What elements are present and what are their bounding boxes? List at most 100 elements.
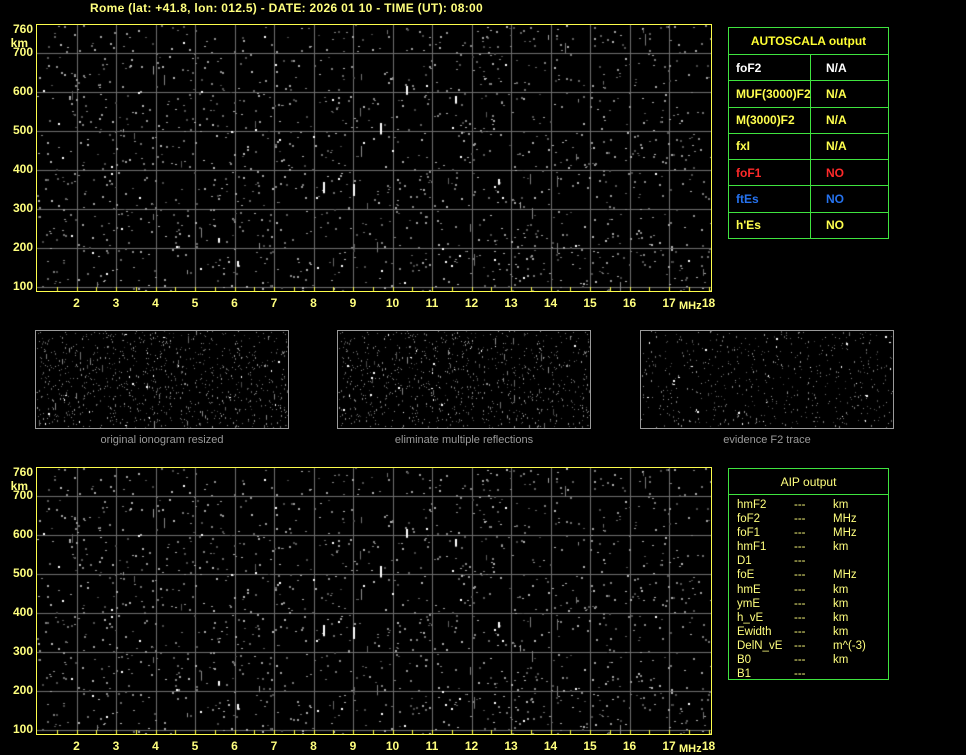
param-label: foE	[737, 569, 755, 582]
x-axis-unit-label: MHz	[679, 300, 702, 312]
x-axis-unit-label: MHz	[679, 743, 702, 755]
x-axis-tick-label: 2	[73, 296, 80, 310]
x-axis-tick-label: 4	[152, 296, 159, 310]
y-axis-tick-label: 100	[12, 278, 33, 293]
thumbnail-canvas	[36, 331, 288, 428]
row-value: NO	[826, 165, 844, 180]
param-value: ---	[794, 569, 806, 582]
x-axis-tick-label: 13	[504, 739, 518, 753]
row-label: ftEs	[729, 186, 811, 212]
x-axis-tick-label: 4	[152, 739, 159, 753]
aip-output-table: AIP output hmF2 --- km foF2 --- MHz foF1 --- M…	[728, 468, 889, 680]
x-axis-tick-label: 10	[385, 739, 400, 753]
thumbnail-caption: original ionogram resized	[100, 434, 224, 446]
param-unit	[833, 667, 888, 681]
param-unit: km	[833, 625, 849, 638]
thumbnail-caption: evidence F2 trace	[723, 434, 811, 446]
param-unit: km	[833, 611, 849, 624]
param-value: ---	[794, 639, 806, 652]
table-row-m3000f2: M(3000)F2 N/A	[729, 107, 888, 134]
x-axis-tick-label: 13	[504, 296, 518, 310]
x-axis-tick-label: 15	[583, 739, 597, 753]
param-unit: km	[833, 654, 849, 667]
row-label: fxI	[729, 133, 811, 160]
y-axis-tick-label: 700	[12, 45, 33, 60]
thumbnail-original-ionogram	[35, 330, 289, 429]
param-value: ---	[794, 597, 806, 610]
y-axis-tick-label: 600	[12, 527, 33, 542]
param-value: ---	[794, 527, 806, 540]
param-label: ymE	[737, 597, 760, 610]
y-axis-tick-label: 300	[12, 643, 33, 658]
row-value: NO	[826, 218, 844, 233]
param-label: hmF1	[737, 541, 767, 554]
page-title: Rome (lat: +41.8, lon: 012.5) - DATE: 20…	[90, 1, 483, 15]
param-value: ---	[794, 668, 806, 681]
aip-row-yme: ymE --- km	[729, 597, 888, 611]
param-unit: m^(-3)	[833, 639, 866, 652]
x-axis-tick-label: 7	[270, 296, 278, 310]
y-axis-unit-label: km	[10, 479, 28, 493]
thumbnail-eliminate-reflections	[337, 330, 591, 429]
y-axis-tick-label: 760	[12, 22, 33, 36]
ionogram-plot-main	[36, 24, 712, 292]
x-axis-tick-label: 16	[622, 296, 637, 310]
thumbnail-canvas	[641, 331, 893, 428]
x-axis-tick-label: 10	[385, 296, 400, 310]
x-axis-tick-label: 12	[464, 739, 479, 753]
row-label: M(3000)F2	[729, 107, 811, 133]
aip-row-hve: h_vE --- km	[729, 611, 888, 625]
param-label: foF1	[737, 527, 761, 540]
table-row-fof2: foF2 N/A	[729, 55, 888, 82]
y-axis-tick-label: 600	[12, 84, 33, 99]
x-axis-tick-label: 11	[425, 296, 439, 310]
param-label: hmF2	[737, 499, 767, 511]
x-axis-tick-label: 7	[270, 739, 278, 753]
param-label: DelN_vE	[737, 639, 783, 652]
thumbnail-caption: eliminate multiple reflections	[394, 434, 534, 446]
param-unit: MHz	[833, 527, 857, 540]
param-value: ---	[794, 625, 806, 638]
y-axis-tick-label: 400	[12, 162, 33, 177]
autoscala-table-title: AUTOSCALA output	[729, 28, 888, 55]
y-axis-tick-label: 100	[12, 721, 33, 736]
x-axis-tick-label: 18	[701, 296, 716, 310]
y-axis-tick-label: 200	[12, 239, 33, 254]
y-axis-tick-label: 200	[12, 682, 33, 697]
row-label: h'Es	[729, 212, 811, 238]
x-axis-tick-label: 5	[191, 739, 199, 753]
aip-table-body: hmF2 --- km foF2 --- MHz foF1 --- MHz hmF1 --- k…	[729, 495, 888, 681]
row-value: N/A	[826, 139, 847, 154]
row-label: MUF(3000)F2	[729, 81, 811, 107]
aip-row-foe: foE --- MHz	[729, 568, 888, 582]
x-axis-tick-label: 6	[231, 296, 238, 310]
aip-row-b1: B1 ---	[729, 667, 888, 681]
row-value: N/A	[826, 60, 847, 75]
aip-row-b0: B0 --- km	[729, 653, 888, 667]
ionogram-canvas-main	[37, 25, 711, 291]
x-axis-tick-label: 9	[349, 296, 357, 310]
param-unit: MHz	[833, 513, 857, 526]
y-axis-tick-label: 700	[12, 488, 33, 503]
param-unit: km	[833, 541, 849, 554]
x-axis-tick-label: 14	[543, 296, 558, 310]
param-unit	[833, 554, 888, 568]
aip-row-d1: D1 ---	[729, 554, 888, 568]
x-axis-tick-label: 3	[112, 739, 120, 753]
row-value: N/A	[826, 113, 847, 128]
param-label: D1	[737, 555, 752, 568]
x-axis-tick-label: 15	[583, 296, 597, 310]
row-value: N/A	[826, 86, 847, 101]
table-row-fxi: fxI N/A	[729, 133, 888, 161]
aip-row-hme: hmE --- km	[729, 583, 888, 597]
param-label: h_vE	[737, 611, 764, 624]
param-unit: km	[833, 597, 849, 610]
param-label: Ewidth	[737, 625, 772, 638]
x-axis-tick-label: 5	[191, 296, 199, 310]
aip-table-title: AIP output	[729, 469, 888, 495]
autoscala-app-window: { "title": "Rome (lat: +41.8, lon: 012.5…	[0, 0, 966, 755]
param-value: ---	[794, 611, 806, 624]
y-axis-tick-label: 300	[12, 200, 33, 215]
y-axis-unit-label: km	[10, 36, 28, 50]
x-axis-tick-label: 12	[464, 296, 479, 310]
